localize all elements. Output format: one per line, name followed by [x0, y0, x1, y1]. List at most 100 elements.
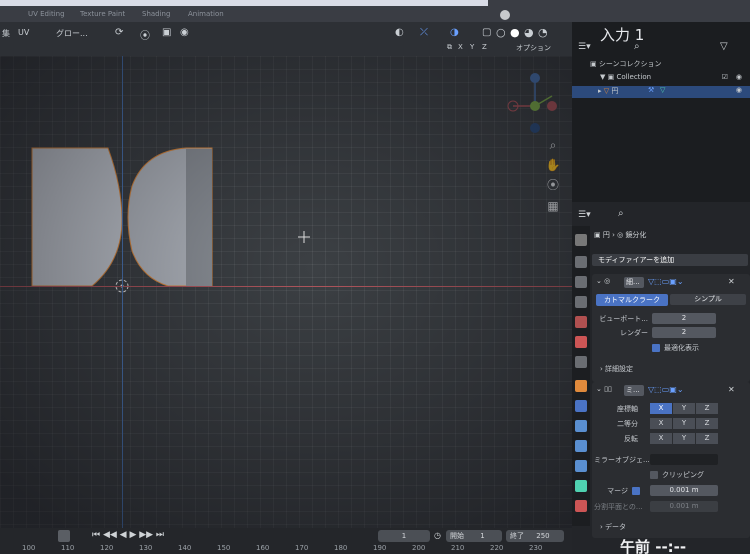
bisect-x[interactable]: X — [650, 418, 672, 429]
end-frame-field[interactable]: 終了 250 — [506, 530, 564, 542]
timeline[interactable]: ⏮ ◀◀ ◀ ▶ ▶▶ ⏭ 1 ◷ 開始 1 終了 250 100 110 120 1… — [0, 528, 572, 554]
subsurf-toggles[interactable]: ▽⬚▭▣⌄ — [648, 277, 684, 286]
eye-icon-object[interactable]: ◉ — [736, 86, 742, 94]
mirror-toggles[interactable]: ▽⬚▭▣⌄ — [648, 385, 684, 394]
modifier-tab-icon[interactable] — [575, 400, 587, 412]
mirror-name-field[interactable]: ミ... — [624, 385, 644, 396]
optimal-display-checkbox[interactable] — [652, 344, 660, 352]
checkbox-icon[interactable]: ☑ — [722, 73, 728, 81]
bisect-z[interactable]: Z — [696, 418, 718, 429]
mirror-object-field[interactable] — [650, 454, 718, 465]
axis-y[interactable]: Y — [673, 403, 695, 414]
ruler-tick-label: 220 — [490, 544, 504, 552]
keyframe-icon[interactable] — [58, 530, 70, 542]
xray-icon[interactable]: ▢ — [482, 27, 491, 38]
mirror-close-icon[interactable]: ✕ — [728, 385, 735, 394]
options-dropdown[interactable]: オプション — [516, 43, 551, 53]
ruler-tick-label: 210 — [451, 544, 465, 552]
overlay-icon[interactable]: ◑ — [450, 27, 459, 38]
breadcrumb: ▣ 円 › ◎ 鏡分化 — [594, 230, 646, 240]
mirror-y-toggle[interactable]: Y — [470, 43, 474, 51]
orientation-dropdown[interactable]: グロー... — [56, 28, 88, 39]
mirror-x-toggle[interactable]: X — [458, 43, 463, 51]
scene-collection-row[interactable]: ▣ シーンコレクション — [572, 59, 750, 71]
viewport-levels-field[interactable]: 2 — [652, 313, 716, 324]
material-tab-icon[interactable] — [575, 500, 587, 512]
advanced-label: 詳細設定 — [605, 365, 634, 373]
view-layer-tab-icon[interactable] — [575, 296, 587, 308]
search-icon[interactable]: ⌕ — [634, 41, 640, 52]
shading-solid-icon[interactable]: ● — [510, 26, 520, 39]
collection-label: Collection — [616, 73, 652, 81]
merge-distance-field[interactable]: 0.001 m — [650, 485, 718, 496]
simple-button[interactable]: シンプル — [670, 294, 746, 305]
uv-menu[interactable]: UV — [18, 28, 29, 37]
transform-pivot-icon[interactable]: ⟳ — [115, 27, 123, 38]
tab-animation[interactable]: Animation — [188, 10, 224, 18]
start-value: 1 — [480, 532, 485, 540]
props-search-icon[interactable]: ⌕ — [618, 208, 624, 219]
advanced-subpanel[interactable]: › 詳細設定 — [600, 364, 633, 374]
tab-texture-paint[interactable]: Texture Paint — [80, 10, 125, 18]
object-row[interactable]: ▸ ▽ 円 ⚒ ▽ ◉ — [572, 86, 750, 98]
playback-controls[interactable]: ⏮ ◀◀ ◀ ▶ ▶▶ ⏭ — [92, 530, 164, 540]
tab-shading[interactable]: Shading — [142, 10, 170, 18]
data-subpanel[interactable]: › データ — [600, 522, 626, 532]
breadcrumb-object: 円 — [602, 231, 610, 239]
subsurf-name-field[interactable]: 細... — [624, 277, 644, 288]
current-frame-field[interactable]: 1 — [378, 530, 430, 542]
shading-rendered-icon[interactable]: ◔ — [538, 26, 548, 39]
ruler-tick-label: 150 — [217, 544, 231, 552]
add-modifier-button[interactable]: モディファイアーを追加 — [592, 254, 748, 266]
axis-label: 座標軸 — [617, 405, 638, 413]
axis-x[interactable]: X — [650, 403, 672, 414]
flip-x[interactable]: X — [650, 433, 672, 444]
tab-uv-editing[interactable]: UV Editing — [28, 10, 65, 18]
constraints-tab-icon[interactable] — [575, 460, 587, 472]
snap-icon[interactable]: ⦿ — [140, 27, 150, 42]
visibility-icon[interactable]: ◐ — [395, 27, 404, 38]
render-tab-icon[interactable] — [575, 256, 587, 268]
catmull-clark-button[interactable]: カトマルクラーク — [596, 294, 668, 306]
world-tab-icon[interactable] — [575, 336, 587, 348]
modifier-wrench-icon[interactable]: ⚒ — [648, 86, 654, 94]
axis-z[interactable]: Z — [696, 403, 718, 414]
physics-tab-icon[interactable] — [575, 440, 587, 452]
proportional-edit-icon[interactable]: ◉ — [180, 27, 189, 38]
mirror-panel: ⌄ ▯▯ ミ... ▽⬚▭▣⌄ ✕ 座標軸 X Y Z 二等分 X Y Z 反転… — [592, 382, 750, 538]
clipping-checkbox[interactable] — [650, 471, 658, 479]
scene-tab-icon[interactable] — [575, 316, 587, 328]
shading-material-icon[interactable]: ◕ — [524, 26, 534, 39]
particles-tab-icon[interactable] — [575, 420, 587, 432]
pin-icon[interactable] — [500, 10, 510, 20]
eye-icon[interactable]: ◉ — [736, 73, 742, 81]
mirror-collapse-icon[interactable]: ⌄ ▯▯ — [596, 385, 612, 393]
collection-row[interactable]: ▼ ▣ Collection ☑ ◉ — [572, 73, 750, 85]
output-tab-icon[interactable] — [575, 276, 587, 288]
start-frame-field[interactable]: 開始 1 — [446, 530, 502, 542]
snap-target-icon[interactable]: ▣ — [162, 27, 171, 38]
bisect-y[interactable]: Y — [673, 418, 695, 429]
editor-type-icon[interactable]: ☰▾ — [578, 210, 591, 220]
mirror-icon[interactable]: ⧉ — [447, 43, 452, 52]
filter-icon[interactable]: ▽ — [720, 41, 728, 52]
close-icon[interactable]: ✕ — [728, 277, 735, 286]
display-mode-icon[interactable]: ☰▾ — [578, 42, 591, 52]
flip-z[interactable]: Z — [696, 433, 718, 444]
merge-checkbox[interactable] — [632, 487, 640, 495]
mode-label[interactable]: 集 — [2, 28, 10, 39]
bisect-distance-field[interactable]: 0.001 m — [650, 501, 718, 512]
3d-viewport[interactable]: ⌕ ✋ ⦿ ▦ — [0, 56, 572, 528]
object-tab-icon[interactable] — [575, 380, 587, 392]
collection-tab-icon[interactable] — [575, 356, 587, 368]
mirror-z-toggle[interactable]: Z — [482, 43, 487, 51]
breadcrumb-sep: › ◎ — [612, 231, 626, 239]
gizmo-icon[interactable]: ⤫ — [420, 27, 428, 38]
mesh-data-icon[interactable]: ▽ — [660, 86, 665, 94]
tool-tab-icon[interactable] — [575, 234, 587, 246]
flip-y[interactable]: Y — [673, 433, 695, 444]
shading-wireframe-icon[interactable]: ○ — [496, 26, 506, 39]
render-levels-field[interactable]: 2 — [652, 327, 716, 338]
data-tab-icon[interactable] — [575, 480, 587, 492]
collapse-icon[interactable]: ⌄ ◎ — [596, 277, 610, 285]
